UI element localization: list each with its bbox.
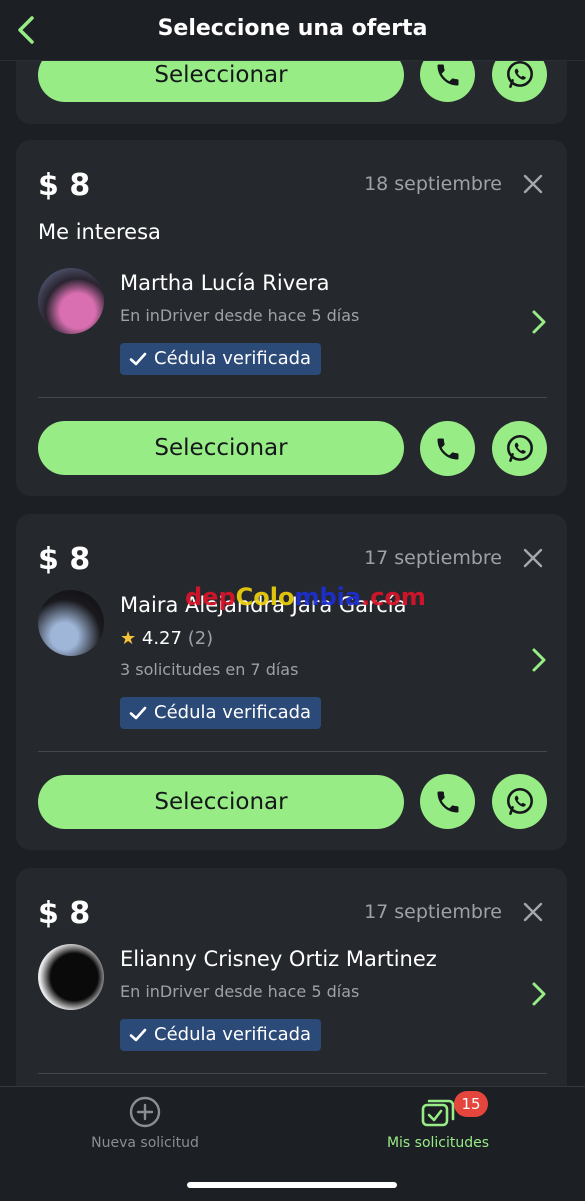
check-icon (129, 706, 147, 720)
verified-badge-label: Cédula verificada (154, 348, 312, 369)
offer-card: $ 8 18 septiembre Me interesa Martha Luc… (16, 140, 567, 496)
phone-icon (437, 791, 458, 812)
avatar[interactable] (38, 944, 104, 1010)
driver-subtitle: En inDriver desde hace 5 días (120, 982, 360, 1001)
home-indicator (187, 1182, 397, 1188)
whatsapp-icon (506, 434, 533, 462)
driver-name: Martha Lucía Rivera (120, 271, 330, 295)
offer-date: 17 septiembre (364, 901, 502, 923)
driver-rating: ★ 4.27 (2) (120, 628, 213, 649)
avatar[interactable] (38, 268, 104, 334)
offer-date: 17 septiembre (364, 547, 502, 569)
verified-badge: Cédula verificada (120, 1019, 322, 1051)
watermark-part: mbia (294, 583, 362, 611)
divider (38, 751, 547, 752)
close-icon[interactable] (523, 174, 543, 194)
top-bar: Seleccione una oferta (0, 0, 585, 61)
watermark-part: .com (361, 583, 426, 611)
whatsapp-button[interactable] (492, 421, 547, 476)
rating-value: 4.27 (141, 628, 182, 649)
divider (38, 1073, 547, 1074)
offer-card: $ 8 17 septiembre Maira Alejandra Jara G… (16, 514, 567, 850)
verified-badge: Cédula verificada (120, 343, 322, 375)
offer-price: $ 8 (38, 542, 91, 577)
tab-label: Nueva solicitud (91, 1135, 199, 1151)
rating-count: (2) (187, 628, 214, 649)
phone-icon (437, 438, 458, 459)
call-button[interactable] (420, 421, 475, 476)
chevron-right-icon[interactable] (531, 647, 547, 673)
divider (38, 397, 547, 398)
select-button[interactable]: Seleccionar (38, 421, 404, 475)
verified-badge: Cédula verificada (120, 697, 322, 729)
chevron-right-icon[interactable] (531, 981, 547, 1007)
check-icon (129, 1028, 147, 1042)
select-button[interactable]: Seleccionar (38, 775, 404, 829)
verified-badge-label: Cédula verificada (154, 1024, 312, 1045)
chevron-right-icon[interactable] (531, 309, 547, 335)
check-icon (129, 352, 147, 366)
requests-check-icon (421, 1099, 455, 1127)
offer-date: 18 septiembre (364, 173, 502, 195)
offer-price: $ 8 (38, 168, 91, 203)
call-button[interactable] (420, 774, 475, 829)
watermark-part: Colo (235, 583, 295, 611)
offer-message: Me interesa (38, 220, 161, 244)
watermark-part: dep (185, 583, 236, 611)
offer-price: $ 8 (38, 896, 91, 931)
whatsapp-icon (506, 60, 533, 88)
whatsapp-button[interactable] (492, 774, 547, 829)
avatar[interactable] (38, 590, 104, 656)
close-icon[interactable] (523, 548, 543, 568)
tab-label: Mis solicitudes (386, 1135, 490, 1151)
plus-circle-icon (129, 1096, 161, 1128)
whatsapp-icon (506, 787, 533, 815)
driver-subtitle: 3 solicitudes en 7 días (120, 660, 299, 679)
page-title: Seleccione una oferta (157, 16, 428, 41)
watermark: depColombia.com (185, 583, 426, 611)
close-icon[interactable] (523, 902, 543, 922)
verified-badge-label: Cédula verificada (154, 702, 312, 723)
phone-icon (437, 64, 458, 85)
driver-name: Elianny Crisney Ortiz Martinez (120, 947, 437, 971)
driver-subtitle: En inDriver desde hace 5 días (120, 306, 360, 325)
notification-badge: 15 (454, 1091, 488, 1117)
star-icon: ★ (120, 628, 137, 649)
